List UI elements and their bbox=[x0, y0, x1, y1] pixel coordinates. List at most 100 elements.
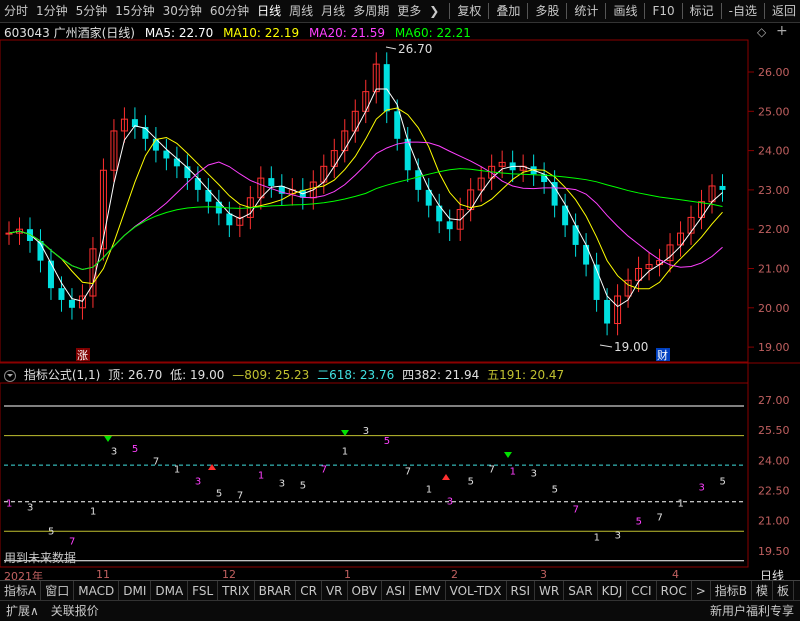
price-tick-label: 26.00 bbox=[758, 66, 790, 79]
indicator-tab-20[interactable]: > bbox=[692, 581, 711, 601]
candle[interactable] bbox=[583, 244, 590, 265]
indicator-tab-22[interactable]: 模 bbox=[752, 581, 774, 601]
indicator-tab-12[interactable]: EMV bbox=[410, 581, 446, 601]
wave-marker: 1 bbox=[342, 446, 348, 457]
indicator-tab-16[interactable]: SAR bbox=[564, 581, 598, 601]
candle[interactable] bbox=[58, 288, 65, 300]
wave-marker: 7 bbox=[573, 505, 579, 516]
ma-line-1 bbox=[8, 107, 723, 290]
price-tick-label: 24.00 bbox=[758, 145, 790, 158]
ma-line-3 bbox=[8, 168, 723, 271]
indicator-tab-5[interactable]: FSL bbox=[188, 581, 219, 601]
wave-marker: 7 bbox=[321, 464, 327, 475]
indicator-tab-6[interactable]: TRIX bbox=[218, 581, 255, 601]
wave-marker: 3 bbox=[531, 468, 537, 479]
wave-marker: 5 bbox=[300, 480, 306, 491]
wave-marker: 3 bbox=[27, 503, 33, 514]
candle[interactable] bbox=[404, 138, 411, 171]
indicator-tab-13[interactable]: VOL-TDX bbox=[446, 581, 507, 601]
indicator-tab-21[interactable]: 指标B bbox=[711, 581, 753, 601]
wave-marker: 1 bbox=[174, 464, 180, 475]
indicator-tick-label: 22.50 bbox=[758, 484, 790, 497]
candle[interactable] bbox=[604, 299, 611, 324]
related-quote-button[interactable]: 关联报价 bbox=[45, 601, 105, 621]
wave-marker: 5 bbox=[552, 484, 558, 495]
future-data-note: 用到未来数据 bbox=[4, 550, 76, 565]
indicator-tab-1[interactable]: 窗口 bbox=[41, 581, 75, 601]
wave-marker: 7 bbox=[237, 490, 243, 501]
zhang-label[interactable]: 涨 bbox=[77, 349, 88, 362]
price-tick-label: 20.00 bbox=[758, 302, 790, 315]
high-label: 26.70 bbox=[398, 42, 432, 56]
indicator-tab-10[interactable]: OBV bbox=[348, 581, 383, 601]
indicator-tab-9[interactable]: VR bbox=[322, 581, 348, 601]
expand-button[interactable]: 扩展∧ bbox=[0, 601, 45, 621]
indicator-tab-18[interactable]: CCI bbox=[627, 581, 657, 601]
wave-marker: 1 bbox=[6, 499, 12, 510]
indicator-tab-23[interactable]: 板 bbox=[773, 581, 795, 601]
candle[interactable] bbox=[47, 260, 54, 289]
candle[interactable] bbox=[394, 111, 401, 139]
indicator-tab-2[interactable]: MACD bbox=[74, 581, 120, 601]
signal-arrow-0 bbox=[104, 436, 112, 442]
indicator-tick-label: 19.50 bbox=[758, 545, 790, 558]
wave-marker: 5 bbox=[384, 436, 390, 447]
wave-marker: 1 bbox=[426, 484, 432, 495]
indicator-tab-11[interactable]: ASI bbox=[382, 581, 411, 601]
candle[interactable] bbox=[68, 299, 75, 308]
wave-marker: 5 bbox=[636, 517, 642, 528]
indicator-tab-15[interactable]: WR bbox=[535, 581, 565, 601]
wave-marker: 7 bbox=[489, 464, 495, 475]
indicator-tab-7[interactable]: BRAR bbox=[255, 581, 297, 601]
wave-marker: 1 bbox=[258, 470, 264, 481]
candle[interactable] bbox=[383, 64, 390, 112]
wave-marker: 5 bbox=[216, 488, 222, 499]
indicator-tab-19[interactable]: ROC bbox=[657, 581, 692, 601]
wave-marker: 7 bbox=[153, 456, 159, 467]
candle[interactable] bbox=[719, 185, 726, 190]
indicator-tick-label: 21.00 bbox=[758, 515, 790, 528]
indicator-tab-3[interactable]: DMI bbox=[119, 581, 152, 601]
price-tick-label: 25.00 bbox=[758, 105, 790, 118]
signal-arrow-4 bbox=[442, 474, 450, 480]
wave-marker: 7 bbox=[405, 466, 411, 477]
price-tick-label: 23.00 bbox=[758, 184, 790, 197]
candle[interactable] bbox=[551, 182, 558, 206]
price-tick-label: 22.00 bbox=[758, 223, 790, 236]
status-bar: 扩展∧ 关联报价 新用户福利专享 bbox=[0, 600, 800, 621]
price-tick-label: 21.00 bbox=[758, 263, 790, 276]
wave-marker: 1 bbox=[510, 466, 516, 477]
indicator-tab-17[interactable]: KDJ bbox=[598, 581, 628, 601]
cai-label[interactable]: 财 bbox=[657, 348, 668, 362]
wave-marker: 3 bbox=[111, 446, 117, 457]
indicator-tick-label: 24.00 bbox=[758, 454, 790, 467]
indicator-tabbar: 指标A 窗口 MACD DMI DMA FSL TRIX BRAR CR VR OBV ASI EMV V… bbox=[0, 580, 800, 601]
wave-marker: 3 bbox=[195, 476, 201, 487]
candle[interactable] bbox=[446, 221, 453, 230]
candle[interactable] bbox=[226, 213, 233, 226]
main-chart-frame bbox=[0, 39, 749, 363]
indicator-tick-label: 27.00 bbox=[758, 394, 790, 407]
candle[interactable] bbox=[415, 170, 422, 190]
wave-marker: 3 bbox=[279, 478, 285, 489]
wave-marker: 1 bbox=[594, 533, 600, 544]
wave-marker: 5 bbox=[468, 476, 474, 487]
candle[interactable] bbox=[5, 232, 13, 235]
indicator-tab-8[interactable]: CR bbox=[296, 581, 322, 601]
indicator-frame bbox=[0, 382, 749, 568]
kline-chart[interactable]: 26.00 25.00 24.00 23.00 22.00 21.00 20.00 19.00… bbox=[0, 0, 800, 620]
wave-marker: 5 bbox=[132, 444, 138, 455]
promo-link[interactable]: 新用户福利专享 bbox=[704, 601, 800, 621]
signal-arrow-2 bbox=[504, 452, 512, 458]
indicator-tab-0[interactable]: 指标A bbox=[0, 581, 42, 601]
indicator-tab-4[interactable]: DMA bbox=[151, 581, 189, 601]
wave-marker: 3 bbox=[699, 482, 705, 493]
wave-marker: 1 bbox=[90, 507, 96, 518]
indicator-tab-14[interactable]: RSI bbox=[507, 581, 536, 601]
low-leader bbox=[599, 344, 613, 348]
wave-marker: 7 bbox=[657, 513, 663, 524]
ma-line-2 bbox=[8, 141, 723, 271]
candle[interactable] bbox=[268, 178, 275, 186]
price-tick-label: 19.00 bbox=[758, 341, 790, 354]
wave-marker: 7 bbox=[69, 537, 75, 548]
